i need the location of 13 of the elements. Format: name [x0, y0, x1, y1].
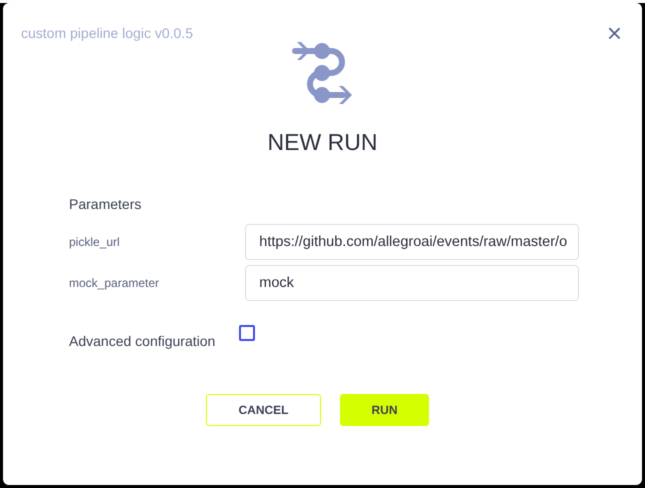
close-button[interactable]: × [606, 23, 622, 43]
input-field[interactable]: mock [245, 265, 579, 301]
field-label: pickle_url [69, 235, 121, 249]
field-label: mock_parameter [69, 276, 160, 290]
dialog-subtitle: custom pipeline logic v0.0.5 [21, 25, 193, 41]
run-button[interactable]: RUN [340, 394, 429, 426]
dialog-title: NEW RUN [266, 129, 378, 156]
cancel-button[interactable]: CANCEL [206, 394, 321, 426]
section-heading: Parameters [69, 196, 142, 212]
checkbox-label: Advanced configuration [69, 333, 216, 349]
checkbox[interactable] [239, 325, 256, 341]
pipeline-icon [290, 41, 354, 107]
input-field[interactable]: https://github.com/allegroai/events/raw/master/o [245, 224, 579, 260]
